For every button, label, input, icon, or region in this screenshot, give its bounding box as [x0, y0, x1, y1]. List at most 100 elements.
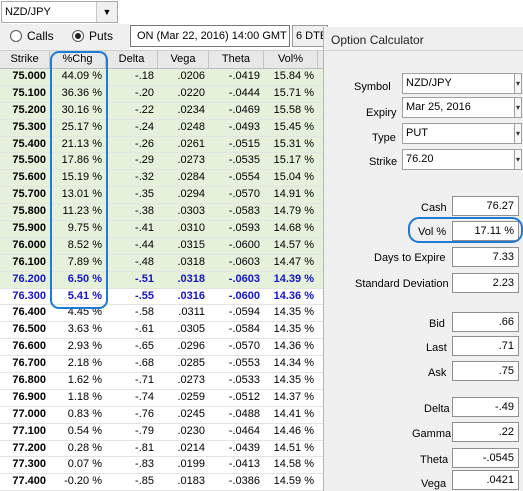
col-header-chg[interactable]: %Chg	[50, 51, 106, 68]
table-row[interactable]: 75.500 17.86 % -.29 .0273 -.0535 15.17 %	[0, 153, 330, 171]
theta-cell: -.0515	[228, 137, 260, 150]
table-row[interactable]: 75.600 15.19 % -.32 .0284 -.0554 15.04 %	[0, 170, 330, 188]
last-field[interactable]: .71	[452, 336, 519, 356]
vol-field[interactable]: 17.11 %	[452, 221, 519, 241]
strike-cell: 76.800	[12, 374, 46, 387]
table-row[interactable]: 76.400 4.45 % -.58 .0311 -.0594 14.35 %	[0, 305, 330, 323]
chevron-down-icon[interactable]: ▾	[514, 73, 522, 94]
chg-cell: 8.52 %	[67, 238, 102, 251]
chevron-down-icon[interactable]: ▾	[514, 97, 522, 118]
col-header-strike[interactable]: Strike	[0, 51, 50, 68]
delta-label: Delta	[424, 403, 450, 415]
calc-expiry-select[interactable]: Mar 25, 2016 ▾	[402, 97, 522, 118]
delta-cell: -.24	[135, 120, 154, 133]
table-row[interactable]: 76.300 5.41 % -.55 .0316 -.0600 14.36 %	[0, 289, 330, 306]
table-row[interactable]: 76.100 7.89 % -.48 .0318 -.0603 14.47 %	[0, 254, 330, 272]
calc-type-value: PUT	[406, 127, 428, 139]
bid-field[interactable]: .66	[452, 312, 519, 332]
delta-cell: -.20	[135, 86, 154, 99]
table-row[interactable]: 76.000 8.52 % -.44 .0315 -.0600 14.57 %	[0, 237, 330, 255]
delta-cell: -.83	[135, 458, 154, 471]
option-chain-table: Strike %Chg Delta Vega Theta Vol% 75.000…	[0, 50, 330, 491]
strike-cell: 77.100	[12, 424, 46, 437]
delta-field[interactable]: -.49	[452, 397, 519, 417]
theta-cell: -.0493	[228, 120, 260, 133]
theta-cell: -.0583	[228, 205, 260, 218]
puts-radio[interactable]: Puts	[72, 29, 113, 43]
strike-cell: 76.200	[12, 272, 46, 285]
theta-cell: -.0554	[228, 171, 260, 184]
table-row[interactable]: 75.400 21.13 % -.26 .0261 -.0515 15.31 %	[0, 136, 330, 154]
stddev-field[interactable]: 2.23	[452, 273, 519, 293]
theta-cell: -.0533	[228, 374, 260, 387]
chevron-down-icon[interactable]: ▾	[514, 149, 522, 170]
strike-label: Strike	[369, 156, 398, 168]
delta-cell: -.65	[135, 340, 154, 353]
vega-field[interactable]: .0421	[452, 470, 519, 490]
table-row[interactable]: 75.900 9.75 % -.41 .0310 -.0593 14.68 %	[0, 221, 330, 238]
calc-strike-select[interactable]: 76.20 ▾	[402, 149, 522, 170]
table-row[interactable]: 76.500 3.63 % -.61 .0305 -.0584 14.35 %	[0, 322, 330, 340]
table-row[interactable]: 75.200 30.16 % -.22 .0234 -.0469 15.58 %	[0, 102, 330, 120]
col-header-vol[interactable]: Vol%	[264, 51, 318, 68]
table-row[interactable]: 76.900 1.18 % -.74 .0259 -.0512 14.37 %	[0, 390, 330, 407]
vol-label: Vol %	[418, 226, 447, 238]
strike-cell: 75.900	[12, 222, 46, 235]
delta-cell: -.85	[135, 475, 154, 488]
strike-cell: 75.600	[12, 171, 46, 184]
theta-cell: -.0444	[228, 86, 260, 99]
col-header-theta[interactable]: Theta	[209, 51, 264, 68]
vega-cell: .0245	[177, 407, 205, 420]
chevron-down-icon[interactable]: ▾	[514, 123, 522, 144]
radio-on-icon[interactable]	[72, 30, 84, 42]
ask-field[interactable]: .75	[452, 361, 519, 381]
vega-cell: .0199	[177, 458, 205, 471]
table-row[interactable]: 76.800 1.62 % -.71 .0273 -.0533 14.35 %	[0, 373, 330, 390]
delta-cell: -.55	[135, 289, 154, 302]
table-row[interactable]: 75.700 13.01 % -.35 .0294 -.0570 14.91 %	[0, 187, 330, 205]
col-header-vega[interactable]: Vega	[158, 51, 209, 68]
table-row[interactable]: 77.200 0.28 % -.81 .0214 -.0439 14.51 %	[0, 441, 330, 458]
table-row[interactable]: 76.200 6.50 % -.51 .0318 -.0603 14.39 %	[0, 271, 330, 289]
delta-cell: -.44	[135, 238, 154, 251]
theta-field[interactable]: -.0545	[452, 448, 519, 468]
table-row[interactable]: 75.800 11.23 % -.38 .0303 -.0583 14.79 %	[0, 204, 330, 222]
vega-cell: .0303	[177, 205, 205, 218]
days-field[interactable]: 7.33	[452, 247, 519, 267]
vega-cell: .0261	[177, 137, 205, 150]
col-header-delta[interactable]: Delta	[106, 51, 158, 68]
theta-cell: -.0413	[228, 458, 260, 471]
delta-cell: -.68	[135, 357, 154, 370]
strike-cell: 75.500	[12, 154, 46, 167]
calc-type-select[interactable]: PUT ▾	[402, 123, 522, 144]
chg-cell: 21.13 %	[61, 137, 102, 150]
theta-cell: -.0469	[228, 103, 260, 116]
symbol-select[interactable]: NZD/JPY ▼	[1, 1, 118, 23]
table-row[interactable]: 77.400 -0.20 % -.85 .0183 -.0386 14.59 %	[0, 474, 330, 491]
calc-symbol-value: NZD/JPY	[406, 77, 452, 89]
chg-cell: 6.50 %	[67, 272, 102, 285]
table-row[interactable]: 77.300 0.07 % -.83 .0199 -.0413 14.58 %	[0, 457, 330, 475]
theta-cell: -.0600	[228, 238, 260, 251]
table-row[interactable]: 75.100 36.36 % -.20 .0220 -.0444 15.71 %	[0, 85, 330, 103]
cash-field[interactable]: 76.27	[452, 196, 519, 216]
theta-cell: -.0594	[228, 306, 260, 319]
radio-off-icon[interactable]	[10, 30, 22, 42]
theta-cell: -.0488	[228, 407, 260, 420]
chevron-down-icon[interactable]: ▼	[96, 2, 117, 22]
table-row[interactable]: 75.000 44.09 % -.18 .0206 -.0419 15.84 %	[0, 69, 330, 86]
vega-cell: .0214	[177, 441, 205, 454]
gamma-field[interactable]: .22	[452, 422, 519, 442]
table-row[interactable]: 77.000 0.83 % -.76 .0245 -.0488 14.41 %	[0, 407, 330, 424]
calls-radio[interactable]: Calls	[10, 29, 54, 43]
table-row[interactable]: 76.600 2.93 % -.65 .0296 -.0570 14.36 %	[0, 339, 330, 357]
table-row[interactable]: 77.100 0.54 % -.79 .0230 -.0464 14.46 %	[0, 424, 330, 441]
table-row[interactable]: 76.700 2.18 % -.68 .0285 -.0553 14.34 %	[0, 356, 330, 374]
strike-cell: 77.000	[12, 407, 46, 420]
table-row[interactable]: 75.300 25.17 % -.24 .0248 -.0493 15.45 %	[0, 119, 330, 137]
chg-cell: 13.01 %	[61, 188, 102, 201]
strike-cell: 75.700	[12, 188, 46, 201]
calc-symbol-select[interactable]: NZD/JPY ▾	[402, 73, 522, 94]
delta-cell: -.58	[135, 306, 154, 319]
call-put-toggle: Calls Puts	[0, 24, 130, 50]
